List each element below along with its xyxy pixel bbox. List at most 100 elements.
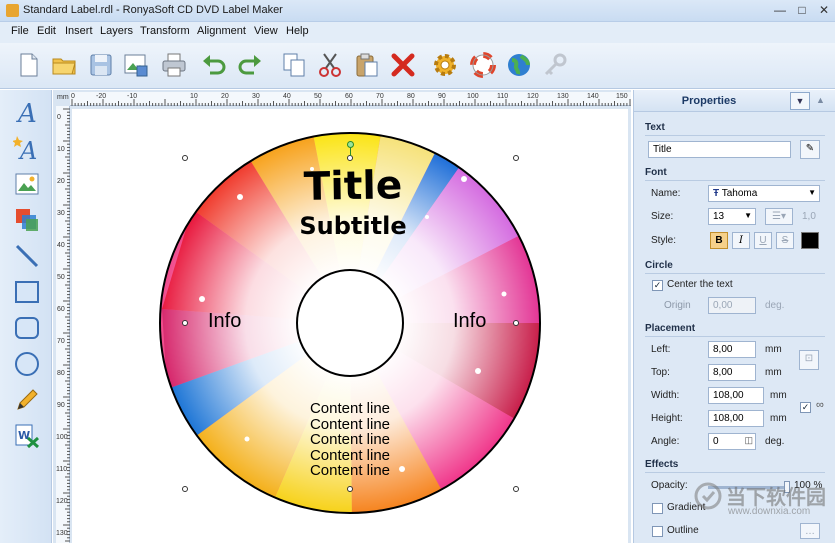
- settings-gear-icon[interactable]: [431, 51, 459, 79]
- outline-checkbox[interactable]: [652, 526, 663, 537]
- h-tick-label: 150: [616, 93, 628, 100]
- selection-handle[interactable]: [182, 155, 188, 161]
- selection-handle[interactable]: [513, 486, 519, 492]
- top-field[interactable]: 8,00: [708, 364, 756, 381]
- menu-layers[interactable]: Layers: [100, 25, 133, 37]
- cut-icon[interactable]: [316, 51, 344, 79]
- font-name-value: Tahoma: [721, 188, 758, 199]
- label-content-block[interactable]: Content line Content line Content line C…: [290, 401, 410, 479]
- section-circle: Circle: [645, 260, 673, 271]
- italic-toggle[interactable]: I: [732, 232, 750, 249]
- v-tick-label: 100: [56, 434, 68, 441]
- pencil-tool-icon[interactable]: [13, 386, 41, 414]
- v-tick-label: 130: [56, 530, 68, 537]
- menu-edit[interactable]: Edit: [37, 25, 56, 37]
- font-name-select[interactable]: Ŧ Tahoma ▼: [708, 185, 820, 202]
- copy-icon[interactable]: [280, 51, 308, 79]
- selection-handle[interactable]: [347, 486, 353, 492]
- font-color-swatch[interactable]: [801, 232, 819, 249]
- bold-toggle[interactable]: B: [710, 232, 728, 249]
- h-tick-label: 10: [190, 93, 198, 100]
- vertical-ruler: 0 10 20 30 40 50 60 70 80 90 100 110 120…: [56, 106, 70, 543]
- menu-view[interactable]: View: [254, 25, 278, 37]
- section-placement: Placement: [645, 323, 696, 334]
- menu-transform[interactable]: Transform: [140, 25, 190, 37]
- properties-panel: Properties ▼ ▲ Text Title ✎ Font Name: Ŧ…: [633, 90, 835, 543]
- rectangle-tool-icon[interactable]: [13, 278, 41, 306]
- divider: [645, 336, 825, 337]
- label-title[interactable]: Title: [278, 163, 429, 211]
- width-field[interactable]: 108,00: [708, 387, 764, 404]
- selection-handle[interactable]: [513, 155, 519, 161]
- text-tool-icon[interactable]: A: [13, 98, 41, 126]
- v-tick-label: 110: [56, 466, 68, 473]
- save-icon[interactable]: [87, 51, 115, 79]
- fit-to-label-icon[interactable]: ⊡: [799, 350, 819, 370]
- paste-icon[interactable]: [353, 51, 381, 79]
- h-tick-label: 100: [467, 93, 479, 100]
- edit-text-button[interactable]: ✎: [800, 140, 820, 159]
- text-value-field[interactable]: Title: [648, 141, 791, 158]
- undo-icon[interactable]: [200, 51, 228, 79]
- app-icon: [6, 4, 19, 17]
- strikethrough-toggle[interactable]: S: [776, 232, 794, 249]
- selection-handle[interactable]: [513, 320, 519, 326]
- image-tool-icon[interactable]: [13, 170, 41, 198]
- key-icon[interactable]: [541, 51, 569, 79]
- new-file-icon[interactable]: [15, 51, 43, 79]
- left-field[interactable]: 8,00: [708, 341, 756, 358]
- label-info-left[interactable]: Info: [208, 310, 241, 333]
- menu-help[interactable]: Help: [286, 25, 309, 37]
- h-tick-label: 30: [252, 93, 260, 100]
- horizontal-ruler: 0 -20 -10 10 20 30 40 50 60 70 80 90 100…: [70, 92, 631, 106]
- circle-tool-icon[interactable]: [13, 350, 41, 378]
- menu-alignment[interactable]: Alignment: [197, 25, 246, 37]
- word-import-tool-icon[interactable]: W: [13, 422, 41, 450]
- font-size-select[interactable]: 13 ▼: [708, 208, 756, 225]
- h-tick-label: 50: [314, 93, 322, 100]
- v-tick-label: 30: [57, 210, 65, 217]
- rounded-rectangle-tool-icon[interactable]: [13, 314, 41, 342]
- center-text-label: Center the text: [667, 279, 733, 290]
- web-globe-icon[interactable]: [505, 51, 533, 79]
- curved-text-tool-icon[interactable]: A: [13, 134, 41, 162]
- origin-field[interactable]: 0,00: [708, 297, 756, 314]
- line-spacing-button[interactable]: ☰▾: [765, 208, 793, 225]
- h-tick-label: 0: [71, 93, 75, 100]
- maximize-button[interactable]: □: [791, 2, 813, 19]
- open-folder-icon[interactable]: [50, 51, 78, 79]
- line-tool-icon[interactable]: [13, 242, 41, 270]
- label-canvas[interactable]: Title Subtitle Info Info Content line Co…: [72, 109, 628, 543]
- help-lifebuoy-icon[interactable]: [469, 51, 497, 79]
- label-subtitle[interactable]: Subtitle: [278, 212, 428, 240]
- height-field[interactable]: 108,00: [708, 410, 764, 427]
- minimize-button[interactable]: —: [769, 2, 791, 19]
- close-button[interactable]: ✕: [813, 2, 835, 19]
- menu-insert[interactable]: Insert: [65, 25, 93, 37]
- delete-icon[interactable]: [389, 51, 417, 79]
- underline-toggle[interactable]: U: [754, 232, 772, 249]
- properties-dropdown-button[interactable]: ▼: [790, 92, 810, 110]
- redo-icon[interactable]: [236, 51, 264, 79]
- title-bar: Standard Label.rdl - RonyaSoft CD DVD La…: [0, 0, 835, 22]
- keep-proportions-checkbox[interactable]: ✓: [800, 402, 811, 413]
- gradient-checkbox[interactable]: [652, 503, 663, 514]
- selection-handle[interactable]: [182, 320, 188, 326]
- angle-picker-icon[interactable]: ◫: [744, 435, 753, 446]
- h-tick-label: 90: [438, 93, 446, 100]
- center-text-checkbox[interactable]: ✓: [652, 280, 663, 291]
- collapse-chevron-icon[interactable]: ▲: [816, 95, 825, 105]
- top-unit: mm: [765, 367, 782, 378]
- print-icon[interactable]: [160, 51, 188, 79]
- angle-field[interactable]: 0 ◫: [708, 433, 756, 450]
- font-size-value: 13: [713, 211, 725, 222]
- h-tick-label: 40: [283, 93, 291, 100]
- rotate-handle[interactable]: [347, 141, 354, 148]
- h-tick-label: 140: [587, 93, 599, 100]
- image-export-icon[interactable]: [122, 51, 150, 79]
- layers-tool-icon[interactable]: [13, 206, 41, 234]
- menu-file[interactable]: File: [11, 25, 29, 37]
- label-info-right[interactable]: Info: [453, 310, 486, 333]
- angle-value: 0: [713, 436, 719, 447]
- selection-handle[interactable]: [182, 486, 188, 492]
